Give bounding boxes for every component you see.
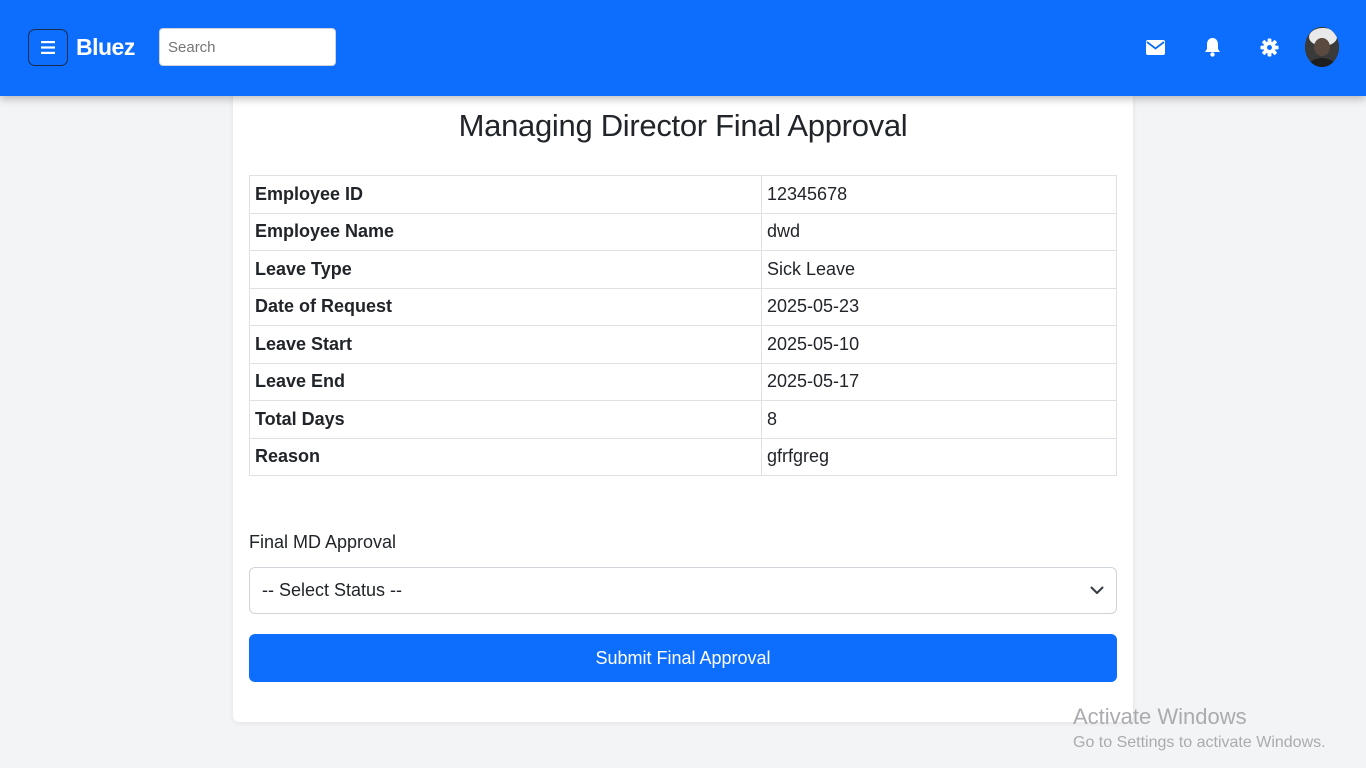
status-select-value: -- Select Status -- [262,580,403,600]
menu-toggle-button[interactable] [28,29,68,66]
row-value: 2025-05-23 [761,287,1117,326]
table-row: Leave End 2025-05-17 [249,362,1117,401]
messages-button[interactable] [1144,36,1166,58]
row-label: Leave Type [249,250,762,289]
avatar-image [1305,27,1339,67]
row-value: Sick Leave [761,250,1117,289]
row-label: Total Days [249,400,762,439]
row-value: 8 [761,400,1117,439]
table-row: Employee ID 12345678 [249,175,1117,214]
brand-logo[interactable]: Bluez [76,34,135,61]
row-value: dwd [761,212,1117,251]
row-label: Leave End [249,362,762,401]
status-select[interactable]: -- Select Status -- [249,567,1117,614]
table-row: Employee Name dwd [249,212,1117,251]
row-label: Employee Name [249,212,762,251]
notifications-button[interactable] [1201,36,1223,58]
leave-details-table: Employee ID 12345678 Employee Name dwd L… [249,175,1117,476]
hamburger-icon [41,41,55,54]
table-row: Date of Request 2025-05-23 [249,287,1117,326]
top-navbar: Bluez [0,0,1366,96]
bell-icon [1204,38,1220,57]
envelope-icon [1145,39,1165,55]
row-value: 2025-05-17 [761,362,1117,401]
final-approval-label: Final MD Approval [249,532,397,552]
row-value: 2025-05-10 [761,325,1117,364]
windows-activation-watermark: Activate Windows Go to Settings to activ… [1073,704,1326,752]
page-title: Managing Director Final Approval [458,108,908,143]
table-row: Leave Start 2025-05-10 [249,325,1117,364]
chevron-down-icon [1090,586,1104,594]
approval-card: Managing Director Final Approval Employe… [233,92,1133,722]
search-input[interactable] [159,28,336,66]
row-value: gfrfgreg [761,437,1117,476]
settings-button[interactable] [1258,36,1280,58]
row-label: Date of Request [249,287,762,326]
submit-final-approval-button[interactable]: Submit Final Approval [249,634,1117,682]
watermark-subtitle: Go to Settings to activate Windows. [1073,734,1326,751]
row-label: Reason [249,437,762,476]
gear-icon [1259,37,1279,57]
table-row: Leave Type Sick Leave [249,250,1117,289]
user-avatar[interactable] [1305,27,1339,67]
row-value: 12345678 [761,175,1117,214]
table-row: Reason gfrfgreg [249,437,1117,476]
watermark-title: Activate Windows [1073,704,1247,729]
row-label: Leave Start [249,325,762,364]
table-row: Total Days 8 [249,400,1117,439]
row-label: Employee ID [249,175,762,214]
